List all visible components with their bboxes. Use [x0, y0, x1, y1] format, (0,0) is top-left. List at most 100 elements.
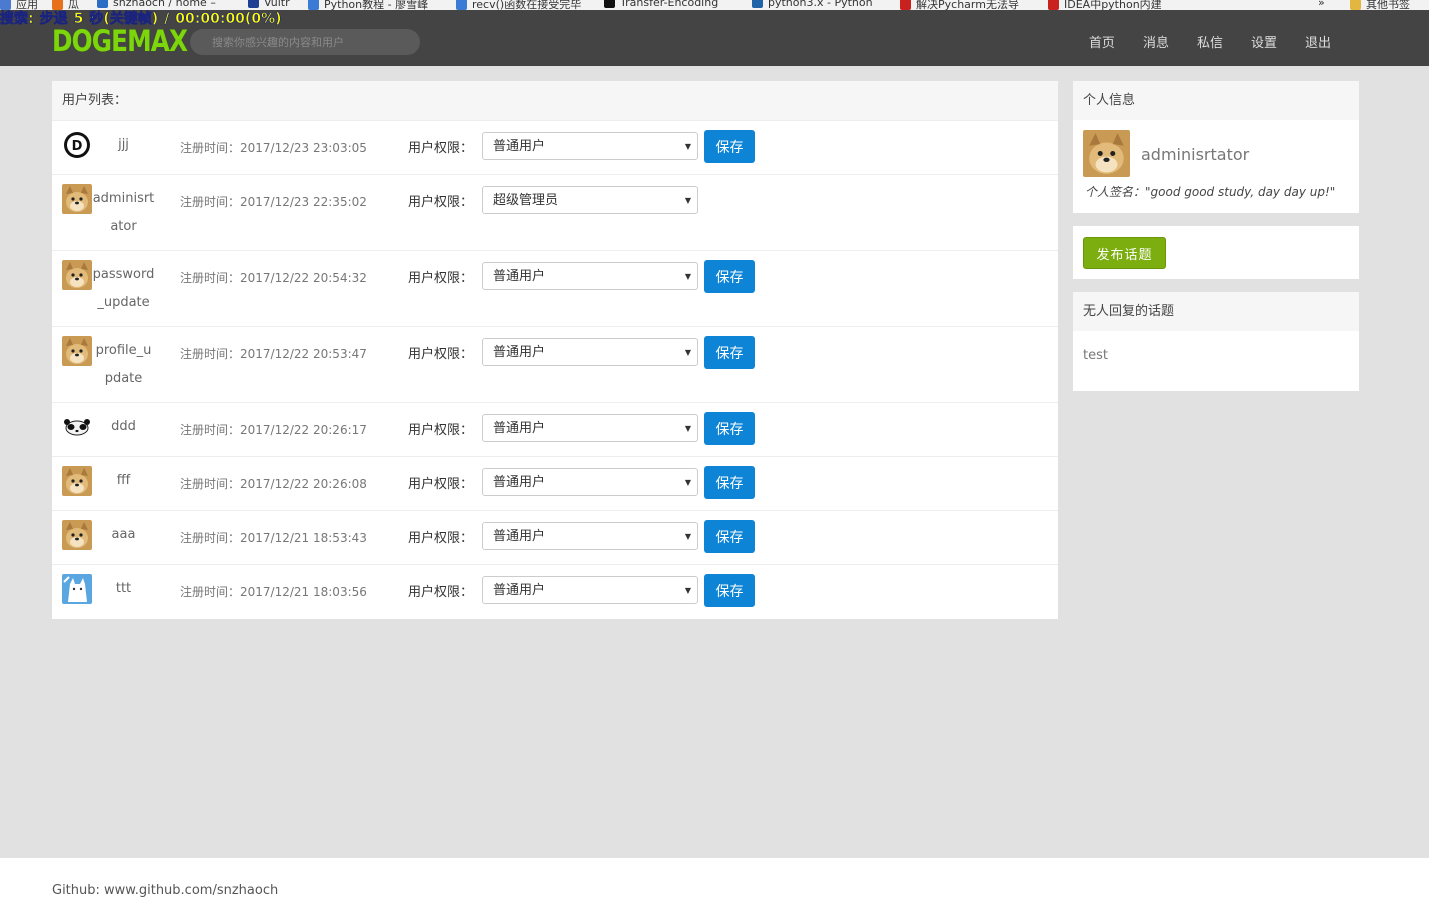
- register-time-value: 2017/12/23 23:03:05: [240, 141, 367, 155]
- user-avatar[interactable]: [62, 520, 92, 550]
- bookmark-item[interactable]: IDEA中python内建: [1048, 0, 1162, 10]
- user-avatar[interactable]: [62, 184, 92, 214]
- profile-name[interactable]: adminisrtator: [1141, 145, 1249, 164]
- profile-title: 个人信息: [1073, 81, 1359, 120]
- register-time-label: 注册时间：: [180, 477, 241, 491]
- svg-text:D: D: [72, 139, 83, 154]
- user-avatar[interactable]: [62, 466, 92, 496]
- bookmark-label: Transfer-Encoding: [620, 0, 719, 9]
- register-time: 注册时间：2017/12/23 23:03:05: [180, 139, 367, 156]
- bookmark-icon: [97, 0, 108, 8]
- chevron-down-icon: ▼: [684, 142, 691, 151]
- user-row: ddd 注册时间：2017/12/22 20:26:17 用户权限： 普通用户 ▼ 保存: [52, 402, 1058, 457]
- register-time-value: 2017/12/21 18:03:56: [240, 585, 367, 599]
- bookmark-item[interactable]: 其他书签: [1350, 0, 1410, 10]
- user-name[interactable]: ddd: [92, 413, 155, 441]
- save-button[interactable]: 保存: [704, 412, 755, 445]
- post-topic-card: 发布话题: [1073, 226, 1359, 279]
- user-name[interactable]: password_update: [92, 261, 155, 317]
- chevron-down-icon: ▼: [684, 478, 691, 487]
- footer-github-link[interactable]: Github: www.github.com/snzhaoch: [52, 883, 278, 898]
- permission-select-value: 普通用户: [493, 529, 546, 544]
- user-name[interactable]: adminisrtator: [92, 185, 155, 241]
- bookmark-item[interactable]: »: [1318, 0, 1325, 9]
- user-row: adminisrtator 注册时间：2017/12/23 22:35:02 用户权…: [52, 174, 1058, 251]
- nav-settings[interactable]: 设置: [1251, 32, 1277, 51]
- permission-select[interactable]: 普通用户 ▼: [482, 262, 698, 290]
- save-button[interactable]: 保存: [704, 574, 755, 607]
- topic-link[interactable]: test: [1083, 348, 1108, 363]
- register-time: 注册时间：2017/12/22 20:26:08: [180, 475, 367, 492]
- user-name[interactable]: jjj: [92, 131, 155, 159]
- nav-messages[interactable]: 消息: [1143, 32, 1169, 51]
- nav-logout[interactable]: 退出: [1305, 32, 1331, 51]
- permission-select[interactable]: 普通用户 ▼: [482, 468, 698, 496]
- permission-label: 用户权限：: [408, 477, 474, 492]
- save-button[interactable]: 保存: [704, 260, 755, 293]
- permission-label: 用户权限：: [408, 585, 474, 600]
- bookmark-label: »: [1318, 0, 1325, 9]
- nav-private-messages[interactable]: 私信: [1197, 32, 1223, 51]
- user-avatar[interactable]: [62, 574, 92, 604]
- permission-label: 用户权限：: [408, 531, 474, 546]
- bookmark-item[interactable]: python3.x - Python: [752, 0, 873, 9]
- register-time-label: 注册时间：: [180, 271, 241, 285]
- permission-select[interactable]: 普通用户 ▼: [482, 522, 698, 550]
- chevron-down-icon: ▼: [684, 272, 691, 281]
- permission-select[interactable]: 普通用户 ▼: [482, 414, 698, 442]
- register-time-value: 2017/12/22 20:26:17: [240, 423, 367, 437]
- chevron-down-icon: ▼: [684, 196, 691, 205]
- user-row: fff 注册时间：2017/12/22 20:26:08 用户权限： 普通用户 ▼ 保存: [52, 456, 1058, 511]
- user-avatar[interactable]: [62, 336, 92, 366]
- permission-select[interactable]: 超级管理员 ▼: [482, 186, 698, 214]
- save-button[interactable]: 保存: [704, 130, 755, 163]
- bookmark-item[interactable]: 解决Pycharm无法导: [900, 0, 1019, 10]
- user-list-panel: 用户列表： Djjj 注册时间：2017/12/23 23:03:05 用户权限：普…: [52, 81, 1058, 619]
- no-reply-card: 无人回复的话题 test: [1073, 292, 1359, 391]
- user-row: ttt 注册时间：2017/12/21 18:03:56 用户权限： 普通用户 ▼ 保存: [52, 564, 1058, 620]
- profile-avatar[interactable]: [1083, 130, 1130, 177]
- profile-signature: 个人签名："good good study, day day up!": [1085, 185, 1336, 199]
- recorder-sep: /: [164, 11, 170, 28]
- chevron-down-icon: ▼: [684, 424, 691, 433]
- user-avatar[interactable]: [62, 260, 92, 290]
- user-name[interactable]: profile_update: [92, 337, 155, 393]
- save-button[interactable]: 保存: [704, 520, 755, 553]
- permission-label: 用户权限：: [408, 271, 474, 286]
- recorder-seconds: 5: [73, 11, 84, 28]
- permission-select[interactable]: 普通用户 ▼: [482, 132, 698, 160]
- permission-select[interactable]: 普通用户 ▼: [482, 576, 698, 604]
- user-name[interactable]: ttt: [92, 575, 155, 603]
- bookmark-item[interactable]: recv()函数在接受完毕: [456, 0, 581, 10]
- user-name[interactable]: fff: [92, 467, 155, 495]
- permission-select-value: 超级管理员: [493, 193, 559, 208]
- user-list-title: 用户列表：: [52, 81, 1058, 120]
- permission-select[interactable]: 普通用户 ▼: [482, 338, 698, 366]
- bookmark-label: python3.x - Python: [768, 0, 873, 9]
- bookmark-item[interactable]: Python教程 - 廖雪峰: [308, 0, 428, 10]
- user-avatar[interactable]: [62, 412, 92, 442]
- user-name[interactable]: aaa: [92, 521, 155, 549]
- chevron-down-icon: ▼: [684, 586, 691, 595]
- site-logo[interactable]: DOGEMAX: [52, 24, 188, 58]
- save-button[interactable]: 保存: [704, 466, 755, 499]
- user-avatar[interactable]: D: [62, 130, 92, 160]
- search-input[interactable]: [190, 29, 420, 55]
- save-button[interactable]: 保存: [704, 336, 755, 369]
- register-time-label: 注册时间：: [180, 531, 241, 545]
- register-time-value: 2017/12/23 22:35:02: [240, 195, 367, 209]
- chevron-down-icon: ▼: [684, 532, 691, 541]
- register-time: 注册时间：2017/12/21 18:53:43: [180, 529, 367, 546]
- bookmark-item[interactable]: Transfer-Encoding: [604, 0, 718, 9]
- user-row: aaa 注册时间：2017/12/21 18:53:43 用户权限： 普通用户 ▼ 保存: [52, 510, 1058, 565]
- permission-label: 用户权限：: [408, 141, 474, 156]
- register-time-label: 注册时间：: [180, 585, 241, 599]
- folder-icon: [1350, 0, 1361, 10]
- nav-home[interactable]: 首页: [1089, 32, 1115, 51]
- user-row: Djjj 注册时间：2017/12/23 23:03:05 用户权限： 普通用户 ▼ 保存: [52, 120, 1058, 175]
- recorder-overlay: 搜索: 步退 5 秒(关键帧) / 00:00:00(0%): [0, 8, 288, 28]
- recorder-time: 00:00:00(0%): [175, 11, 282, 28]
- register-time-value: 2017/12/22 20:54:32: [240, 271, 367, 285]
- post-topic-button[interactable]: 发布话题: [1083, 237, 1166, 269]
- bookmark-label: Python教程 - 廖雪峰: [324, 0, 429, 10]
